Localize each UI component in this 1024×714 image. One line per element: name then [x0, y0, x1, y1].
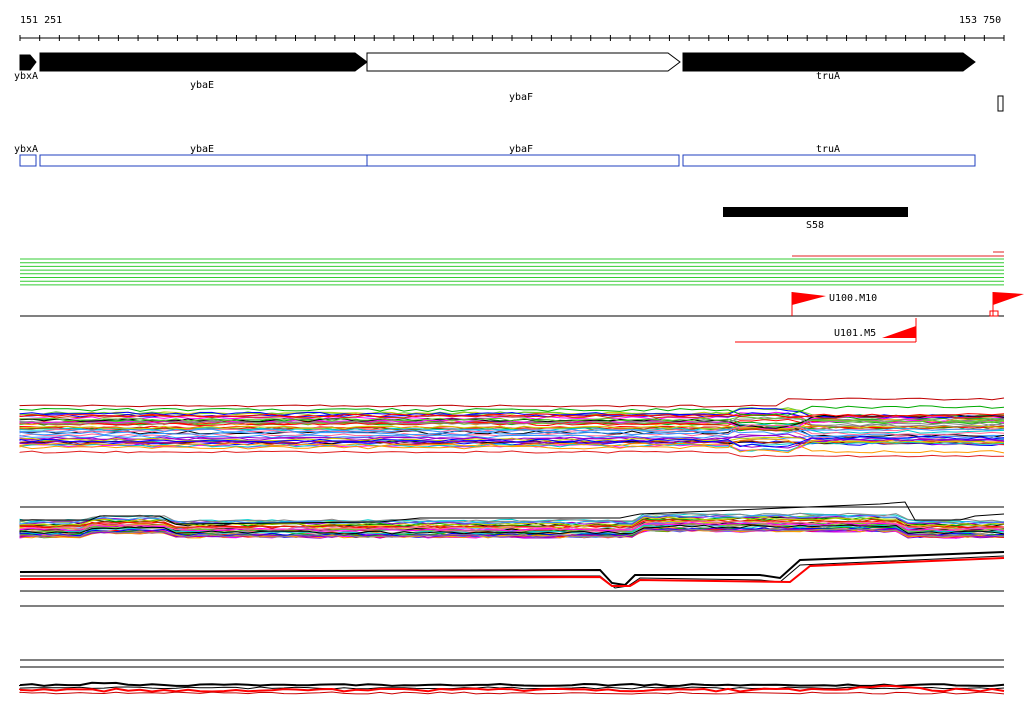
signal-line [19, 397, 1005, 408]
genome-browser-view: 151 251 153 750 ybxA ybaE ybaF truA ybxA [14, 15, 1024, 695]
transcript-box[interactable] [682, 154, 976, 167]
gene-label: truA [816, 71, 840, 82]
transcript-label: ybxA [14, 144, 38, 155]
gene-arrow-shape[interactable] [366, 52, 681, 72]
gene-ybxA[interactable]: ybxA [14, 54, 38, 82]
promoter-U100-M10[interactable]: U100.M10 [791, 292, 877, 316]
gene-arrow-shape[interactable] [39, 52, 368, 72]
promoter-label: U100.M10 [829, 293, 877, 304]
signal-track-upper [19, 397, 1005, 458]
promoter-flag[interactable] [882, 326, 916, 338]
promoter-box [989, 310, 999, 317]
promoter-flag[interactable] [993, 292, 1024, 305]
signal-track-lower [19, 659, 1005, 695]
transcript-box[interactable] [366, 154, 680, 167]
transcript-label: ybaE [190, 144, 214, 155]
gene-label: ybaF [509, 92, 533, 103]
green-signal-tracks [20, 251, 1004, 286]
gene-label: ybaE [190, 80, 214, 91]
gene-ybaF[interactable]: ybaF [366, 52, 681, 103]
signal-track-middle [19, 501, 1005, 607]
feature-label: S58 [806, 220, 824, 231]
transcript-ybaE[interactable]: ybaE [39, 144, 368, 167]
transcript-ybaF[interactable]: ybaF [366, 144, 680, 167]
signal-line [19, 691, 1005, 695]
gene-arrow-shape[interactable] [682, 52, 976, 72]
ruler-end-label: 153 750 [959, 15, 1001, 26]
partial-gene-marker[interactable] [997, 95, 1004, 112]
feature-S58[interactable]: S58 [723, 207, 908, 231]
promoter-U101-M5[interactable]: U101.M5 [735, 318, 917, 343]
transcript-label: ybaF [509, 144, 533, 155]
promoter-edge[interactable] [989, 292, 1024, 317]
transcript-box[interactable] [19, 154, 37, 167]
promoter-flag[interactable] [792, 292, 826, 305]
gene-label: ybxA [14, 71, 38, 82]
coordinate-ruler: 151 251 153 750 [19, 15, 1005, 41]
transcript-box[interactable] [39, 154, 368, 167]
gene-ybaE[interactable]: ybaE [39, 52, 368, 91]
ruler-start-label: 151 251 [20, 15, 62, 26]
promoter-track: U100.M10 U101.M5 [20, 292, 1024, 343]
transcript-ybxA[interactable]: ybxA [14, 144, 38, 167]
transcript-label: truA [816, 144, 840, 155]
feature-bar[interactable] [723, 207, 908, 217]
promoter-label: U101.M5 [834, 328, 876, 339]
signal-line [19, 681, 1005, 688]
transcript-track: ybxA ybaE ybaF truA [14, 144, 976, 167]
gene-truA[interactable]: truA [682, 52, 976, 82]
signal-line [19, 551, 1005, 587]
gene-track: ybxA ybaE ybaF truA [14, 52, 1004, 112]
gene-arrow-shape[interactable] [19, 54, 37, 71]
transcript-truA[interactable]: truA [682, 144, 976, 167]
